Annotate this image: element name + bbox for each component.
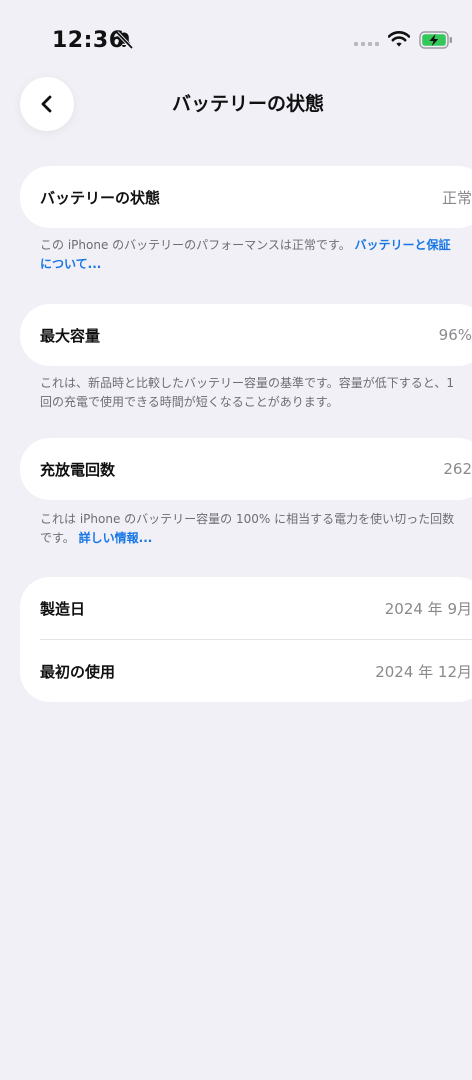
cycle-count-card: 充放電回数 262 [20, 438, 472, 500]
max-capacity-note: これは、新品時と比較したバッテリー容量の基準です。容量が低下すると、1回の充電で… [40, 376, 454, 409]
max-capacity-card: 最大容量 96% [20, 304, 472, 366]
manufacture-date-row: 製造日 2024 年 9月 [20, 577, 472, 639]
max-capacity-row: 最大容量 96% [20, 304, 472, 366]
cycle-count-row: 充放電回数 262 [20, 438, 472, 500]
max-capacity-footnote: これは、新品時と比較したバッテリー容量の基準です。容量が低下すると、1回の充電で… [40, 374, 460, 412]
first-use-label: 最初の使用 [40, 662, 116, 681]
battery-health-note: この iPhone のバッテリーのパフォーマンスは正常です。 [40, 238, 351, 252]
cycle-count-label: 充放電回数 [40, 460, 116, 479]
page-title: バッテリーの状態 [171, 93, 324, 115]
learn-more-link[interactable]: 詳しい情報... [79, 531, 153, 545]
dates-card: 製造日 2024 年 9月 最初の使用 2024 年 12月 [20, 577, 472, 702]
max-capacity-value: 96% [438, 326, 472, 344]
battery-charging-icon [419, 31, 452, 49]
wifi-icon [388, 31, 410, 47]
battery-health-label: バッテリーの状態 [40, 188, 161, 207]
max-capacity-label: 最大容量 [40, 326, 101, 345]
status-bar: 12:36 [0, 0, 472, 70]
manufacture-date-value: 2024 年 9月 [384, 599, 472, 618]
manufacture-date-label: 製造日 [40, 599, 86, 618]
first-use-value: 2024 年 12月 [375, 662, 472, 681]
cycle-count-value: 262 [443, 460, 472, 478]
battery-health-row: バッテリーの状態 正常 [20, 166, 472, 228]
cycle-count-footnote: これは iPhone のバッテリー容量の 100% に相当する電力を使い切った回… [40, 510, 460, 548]
battery-health-value: 正常 [441, 188, 472, 207]
battery-health-card: バッテリーの状態 正常 [20, 166, 472, 228]
battery-health-footnote: この iPhone のバッテリーのパフォーマンスは正常です。 バッテリーと保証に… [40, 236, 460, 274]
first-use-row: 最初の使用 2024 年 12月 [20, 640, 472, 702]
cellular-signal-icon [354, 42, 379, 46]
bell-slash-icon [115, 31, 133, 49]
